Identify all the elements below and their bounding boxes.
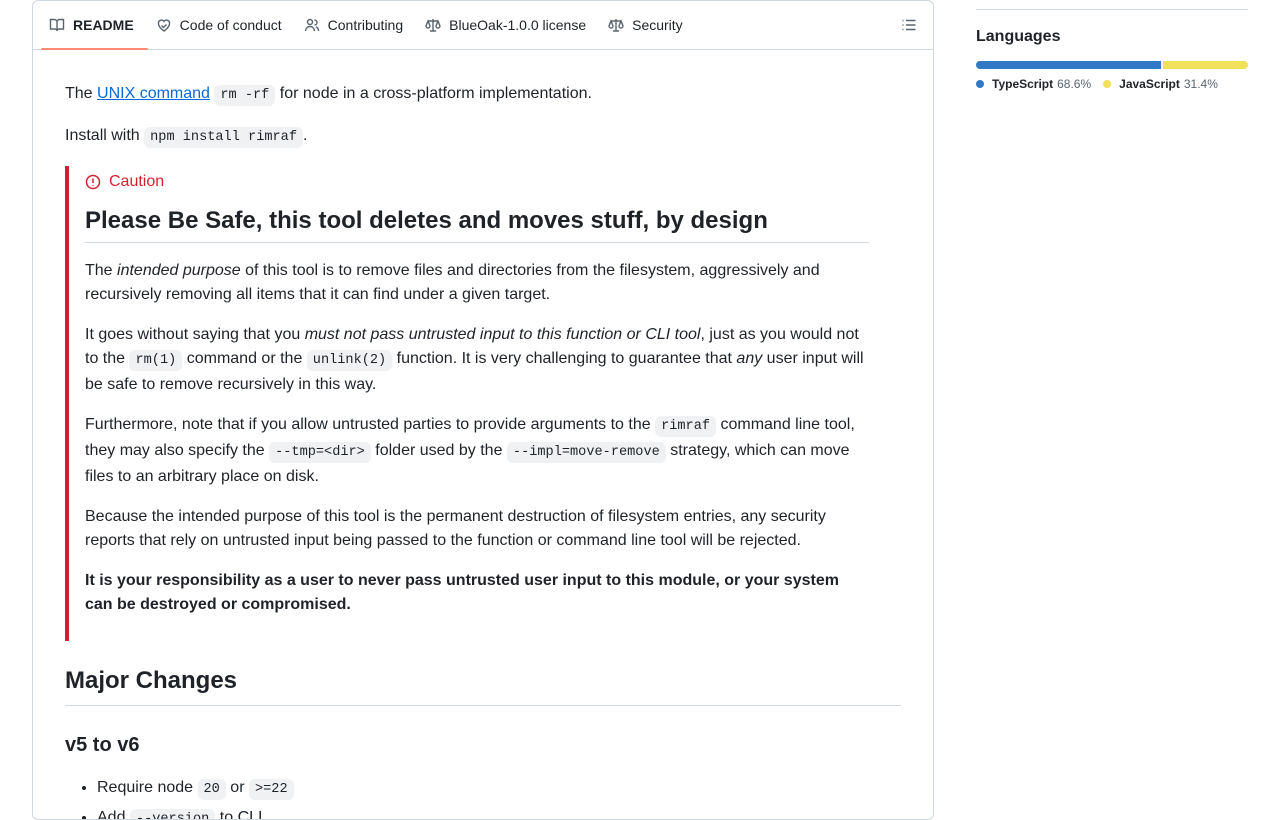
text: Furthermore, note that if you allow untr… (85, 416, 656, 433)
text: . (302, 127, 308, 144)
tab-label: Code of conduct (179, 17, 282, 33)
sidebar-divider (976, 9, 1248, 10)
list-item: Require node 20 or >=22 (97, 776, 901, 802)
language-list: TypeScript 68.6% JavaScript 31.4% (976, 77, 1248, 91)
tab-label: Contributing (327, 17, 404, 33)
readme-tabs: README Code of conduct Contributing Blue… (33, 1, 933, 50)
text: command or the (182, 350, 307, 367)
law-icon (608, 19, 624, 32)
unix-command-link[interactable]: UNIX command (97, 85, 210, 102)
tab-contributing[interactable]: Contributing (296, 1, 418, 49)
language-name: JavaScript (1119, 77, 1180, 91)
languages-heading: Languages (976, 28, 1061, 45)
code-unlink2: unlink(2) (306, 350, 393, 371)
major-changes-heading: Major Changes (65, 665, 901, 706)
strong-text: It is your responsibility as a user to n… (85, 572, 839, 613)
text: Install with (65, 127, 145, 144)
list-icon (902, 19, 916, 31)
tab-security[interactable]: Security (600, 1, 697, 49)
stop-icon (85, 174, 101, 190)
intro-paragraph: The UNIX command rm -rf for node in a cr… (65, 82, 901, 108)
caution-paragraph-1: The intended purpose of this tool is to … (85, 259, 869, 307)
text: The (85, 262, 118, 279)
language-percent: 68.6% (1057, 77, 1092, 91)
emphasis: must not pass untrusted input to this fu… (304, 326, 701, 343)
code-node20: 20 (197, 779, 226, 800)
caution-label: Caution (109, 173, 165, 190)
law-icon (425, 19, 441, 32)
tab-license[interactable]: BlueOak-1.0.0 license (417, 1, 600, 49)
text: to CLI (215, 809, 263, 820)
book-icon (49, 18, 65, 32)
code-rm1: rm(1) (129, 350, 183, 371)
text: or (230, 779, 249, 796)
v5-to-v6-heading: v5 to v6 (65, 734, 140, 756)
code-version: --version (129, 809, 216, 819)
install-paragraph: Install with npm install rimraf. (65, 124, 901, 150)
caution-paragraph-4: Because the intended purpose of this too… (85, 508, 826, 549)
text: for node in a cross-platform implementat… (275, 85, 592, 102)
language-name: TypeScript (992, 77, 1054, 91)
caution-paragraph-5: It is your responsibility as a user to n… (85, 569, 869, 617)
caution-paragraph-2: It goes without saying that you must not… (85, 323, 869, 397)
code-tmp: --tmp=<dir> (269, 442, 371, 463)
text: It goes without saying that you (85, 326, 305, 343)
list-item: Add --version to CLI (97, 806, 901, 820)
code-node22: >=22 (248, 779, 294, 800)
readme-box: README Code of conduct Contributing Blue… (32, 0, 934, 820)
language-bar-javascript[interactable] (1163, 61, 1248, 69)
caution-alert: Caution Please Be Safe, this tool delete… (65, 166, 885, 641)
language-typescript[interactable]: TypeScript 68.6% (976, 77, 1091, 91)
readme-article: The UNIX command rm -rf for node in a cr… (33, 50, 933, 820)
tab-code-of-conduct[interactable]: Code of conduct (148, 1, 296, 49)
code-impl: --impl=move-remove (506, 442, 666, 463)
javascript-dot-icon (1103, 80, 1112, 88)
tab-readme[interactable]: README (41, 1, 148, 50)
tab-label: BlueOak-1.0.0 license (449, 17, 587, 33)
heart-icon (157, 19, 170, 32)
people-icon (304, 18, 319, 32)
code-rm-rf: rm -rf (214, 85, 276, 106)
caution-title: Caution (85, 170, 869, 194)
text: The (65, 85, 98, 102)
language-bar-typescript[interactable] (976, 61, 1162, 69)
emphasis: any (736, 350, 763, 367)
text: folder used by the (370, 442, 507, 459)
language-bar (976, 61, 1248, 69)
code-install: npm install rimraf (144, 127, 303, 148)
text: Require node (97, 779, 198, 796)
outline-button[interactable] (901, 17, 917, 33)
text: Add (97, 809, 130, 820)
caution-paragraph-3: Furthermore, note that if you allow untr… (85, 413, 869, 489)
tab-label: README (73, 17, 134, 33)
sidebar: Languages TypeScript 68.6% JavaScript 31… (976, 0, 1248, 91)
text: function. It is very challenging to guar… (392, 350, 737, 367)
emphasis: intended purpose (117, 262, 241, 279)
language-percent: 31.4% (1183, 77, 1218, 91)
tab-label: Security (632, 17, 683, 33)
caution-heading: Please Be Safe, this tool deletes and mo… (85, 206, 869, 243)
code-rimraf: rimraf (655, 416, 717, 437)
changes-list: Require node 20 or >=22 Add --version to… (65, 776, 901, 820)
language-javascript[interactable]: JavaScript 31.4% (1103, 77, 1218, 91)
typescript-dot-icon (976, 80, 984, 88)
